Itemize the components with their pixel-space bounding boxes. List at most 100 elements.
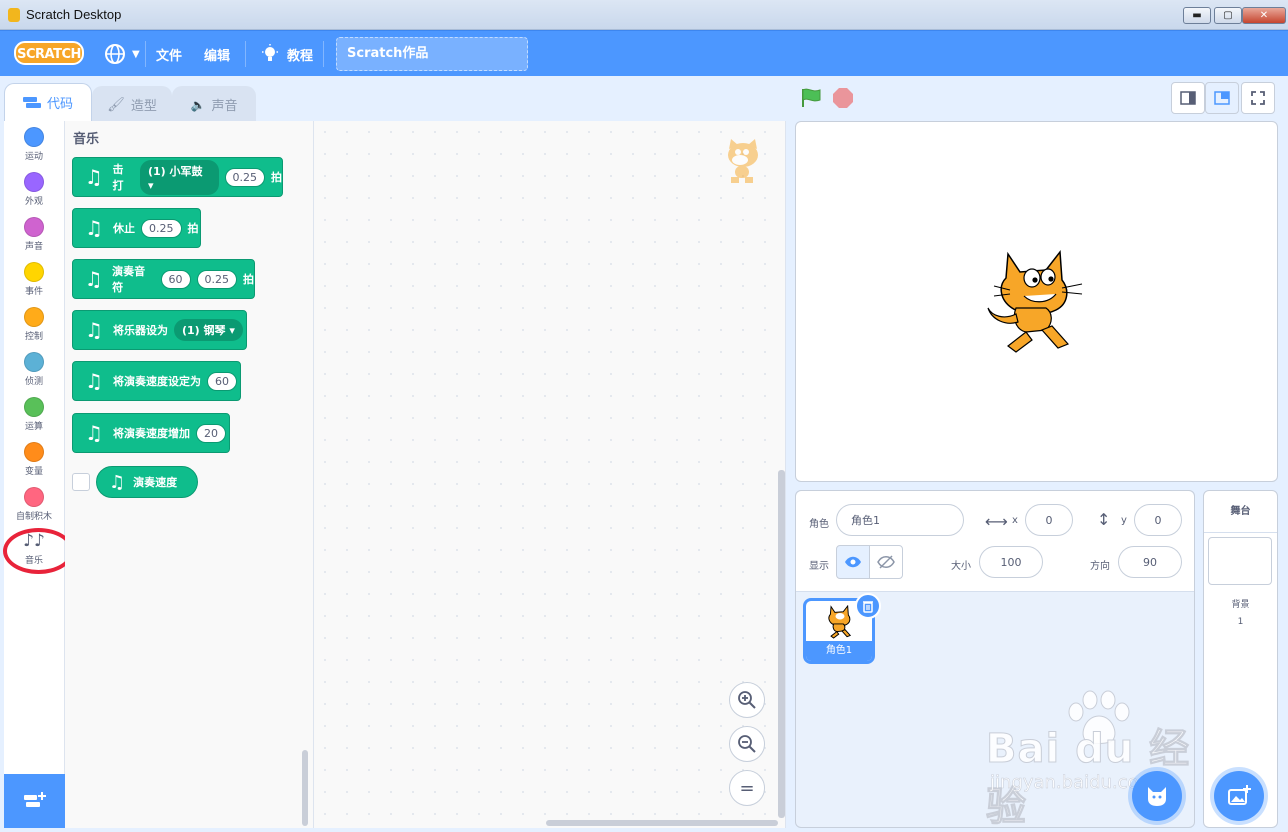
category-dot xyxy=(24,397,44,417)
cat-sprite-icon[interactable] xyxy=(986,250,1086,354)
music-note-icon: ♫ xyxy=(85,216,103,240)
beats-input[interactable]: 0.25 xyxy=(141,218,182,238)
scratch-logo[interactable]: SCRATCH xyxy=(14,41,84,65)
block-tempo-reporter[interactable]: ♫ 演奏速度 xyxy=(96,466,198,498)
menu-bar: SCRATCH ▼ 文件 编辑 教程 Scratch作品 xyxy=(0,30,1288,76)
project-title-input[interactable]: Scratch作品 xyxy=(336,37,528,71)
direction-label: 方向 xyxy=(1090,561,1110,572)
maximize-button[interactable]: ▢ xyxy=(1214,7,1242,24)
speaker-icon: 🔈 xyxy=(190,97,206,112)
green-flag-icon[interactable] xyxy=(800,88,822,108)
music-note-icon: ♫ xyxy=(85,369,103,393)
sprite-name-input[interactable]: 角色1 xyxy=(836,504,964,536)
category-dot xyxy=(24,172,44,192)
show-label: 显示 xyxy=(809,561,829,572)
instrument-dropdown[interactable]: (1) 钢琴 ▾ xyxy=(174,319,243,341)
stage-canvas[interactable] xyxy=(795,121,1278,482)
category-looks[interactable]: 外观 xyxy=(4,169,64,214)
block-play-drum[interactable]: ♫ 击打 (1) 小军鼓 ▾ 0.25 拍 xyxy=(72,157,283,197)
eye-icon xyxy=(845,556,861,568)
fullscreen-icon xyxy=(1251,91,1265,105)
block-play-note[interactable]: ♫ 演奏音符 60 0.25 拍 xyxy=(72,259,255,299)
hide-sprite-button[interactable] xyxy=(869,545,903,579)
chevron-down-icon: ▼ xyxy=(132,48,140,60)
minimize-button[interactable]: ▬ xyxy=(1183,7,1211,24)
stop-icon[interactable] xyxy=(833,88,853,108)
close-button[interactable]: ✕ xyxy=(1242,7,1286,24)
music-note-icon: ♫ xyxy=(109,471,126,493)
zoom-reset-button[interactable]: = xyxy=(729,770,765,806)
normal-stage-button[interactable] xyxy=(1205,82,1239,114)
block-text: 休止 xyxy=(113,222,135,235)
zoom-in-button[interactable] xyxy=(729,682,765,718)
add-extension-icon xyxy=(23,792,46,807)
beats-input[interactable]: 0.25 xyxy=(196,269,237,289)
lightbulb-icon xyxy=(262,44,278,61)
category-sound[interactable]: 声音 xyxy=(4,214,64,259)
tab-label: 代码 xyxy=(46,97,73,112)
show-sprite-button[interactable] xyxy=(836,545,870,579)
block-set-instrument[interactable]: ♫ 将乐器设为 (1) 钢琴 ▾ xyxy=(72,310,247,350)
size-input[interactable]: 100 xyxy=(979,546,1043,578)
category-sensing[interactable]: 侦测 xyxy=(4,349,64,394)
size-label: 大小 xyxy=(951,561,971,572)
category-label: 声音 xyxy=(24,242,43,252)
beats-input[interactable]: 0.25 xyxy=(224,167,265,187)
category-label: 事件 xyxy=(24,287,43,297)
category-label: 变量 xyxy=(24,467,43,477)
category-control[interactable]: 控制 xyxy=(4,304,64,349)
category-dot xyxy=(24,487,44,507)
category-dot xyxy=(24,442,44,462)
trash-icon xyxy=(863,600,873,613)
block-change-tempo[interactable]: ♫ 将演奏速度增加 20 xyxy=(72,413,230,453)
y-position-icon: ↕ xyxy=(1097,510,1111,529)
tempo-monitor-checkbox[interactable] xyxy=(72,473,90,491)
tutorials-menu[interactable]: 教程 xyxy=(261,31,313,77)
zoom-out-button[interactable] xyxy=(729,726,765,762)
small-stage-button[interactable] xyxy=(1171,82,1205,114)
tab-label: 声音 xyxy=(211,99,238,114)
workspace-vertical-scrollbar[interactable] xyxy=(778,470,785,818)
palette-scrollbar[interactable] xyxy=(302,750,308,826)
x-input[interactable]: 0 xyxy=(1025,504,1073,536)
window-title-bar: Scratch Desktop ▬ ▢ ✕ xyxy=(0,0,1288,30)
block-set-tempo[interactable]: ♫ 将演奏速度设定为 60 xyxy=(72,361,241,401)
category-motion[interactable]: 运动 xyxy=(4,124,64,169)
stage-pane-title: 舞台 xyxy=(1204,491,1277,533)
code-icon xyxy=(22,96,41,108)
category-my-blocks[interactable]: 自制积木 xyxy=(4,484,64,529)
choose-sprite-button[interactable] xyxy=(1132,771,1182,821)
file-menu[interactable]: 文件 xyxy=(156,31,182,77)
tab-sounds[interactable]: 🔈 声音 xyxy=(172,86,256,122)
block-text: 击打 xyxy=(112,163,124,192)
category-operators[interactable]: 运算 xyxy=(4,394,64,439)
direction-input[interactable]: 90 xyxy=(1118,546,1182,578)
block-text: 将乐器设为 xyxy=(113,324,168,337)
edit-menu[interactable]: 编辑 xyxy=(204,31,230,77)
small-stage-icon xyxy=(1180,91,1196,105)
tempo-input[interactable]: 20 xyxy=(196,423,226,443)
y-input[interactable]: 0 xyxy=(1134,504,1182,536)
tab-label: 造型 xyxy=(130,99,157,114)
category-variables[interactable]: 变量 xyxy=(4,439,64,484)
code-workspace[interactable] xyxy=(314,121,786,828)
drum-dropdown[interactable]: (1) 小军鼓 ▾ xyxy=(139,159,219,195)
eye-slash-icon xyxy=(877,555,895,569)
tab-code[interactable]: 代码 xyxy=(4,83,92,121)
brush-icon: 🖌 xyxy=(107,96,125,113)
note-input[interactable]: 60 xyxy=(160,269,191,289)
y-label: y xyxy=(1121,515,1127,526)
globe-icon xyxy=(105,44,125,64)
block-rest[interactable]: ♫ 休止 0.25 拍 xyxy=(72,208,201,248)
tempo-input[interactable]: 60 xyxy=(207,371,237,391)
x-position-icon: ⟷ xyxy=(985,512,1008,531)
add-extension-button[interactable] xyxy=(4,774,65,828)
window-title: Scratch Desktop xyxy=(26,7,122,22)
delete-sprite-button[interactable] xyxy=(855,593,881,619)
language-menu[interactable]: ▼ xyxy=(104,31,140,77)
workspace-horizontal-scrollbar[interactable] xyxy=(546,820,778,826)
category-events[interactable]: 事件 xyxy=(4,259,64,304)
tab-costumes[interactable]: 🖌 造型 xyxy=(92,86,172,122)
fullscreen-button[interactable] xyxy=(1241,82,1275,114)
choose-backdrop-button[interactable] xyxy=(1214,771,1264,821)
